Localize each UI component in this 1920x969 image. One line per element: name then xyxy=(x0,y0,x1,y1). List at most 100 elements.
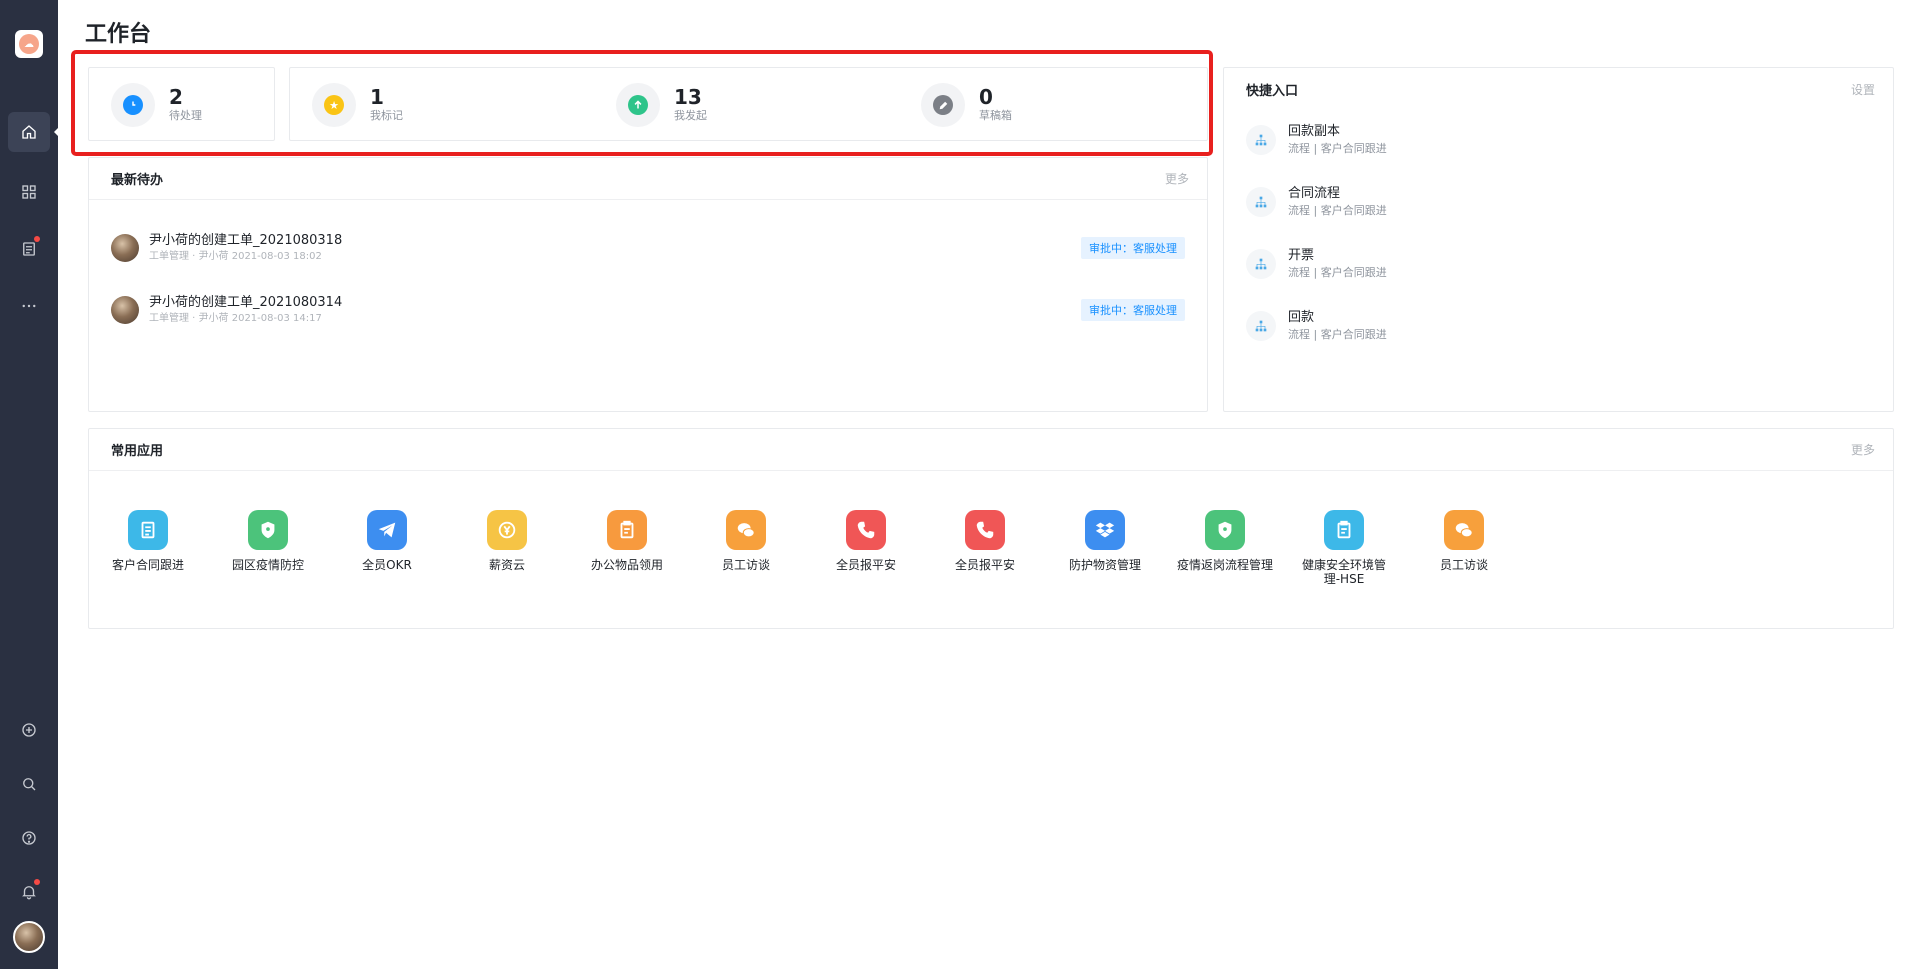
sidebar-item-help[interactable] xyxy=(8,818,50,858)
sidebar-item-add[interactable] xyxy=(8,710,50,750)
todo-meta: 工单管理 · 尹小荷 2021-08-03 14:17 xyxy=(149,313,322,324)
quick-settings-link[interactable]: 设置 xyxy=(1851,81,1875,98)
app-park-epidemic[interactable]: 园区疫情防控 xyxy=(218,510,318,572)
app-label: 健康安全环境管理-HSE xyxy=(1301,558,1386,586)
stat-label: 我标记 xyxy=(370,109,403,122)
app-safety-report[interactable]: 全员报平安 xyxy=(816,510,916,572)
app-label: 全员报平安 xyxy=(954,558,1015,572)
help-icon xyxy=(22,831,36,845)
app-protective-supplies[interactable]: 防护物资管理 xyxy=(1055,510,1155,572)
sidebar-item-notifications[interactable] xyxy=(8,872,50,912)
app-employee-interview[interactable]: 员工访谈 xyxy=(696,510,796,572)
todo-more-link[interactable]: 更多 xyxy=(1165,170,1189,187)
apps-more-link[interactable]: 更多 xyxy=(1851,441,1875,458)
sidebar-item-apps[interactable] xyxy=(8,172,50,212)
todo-card-title: 最新待办 xyxy=(111,173,164,188)
quick-entry-card: 快捷入口 设置 回款副本 流程 | 客户合同跟进 合同流程 流程 | 客户合同跟进 … xyxy=(1223,67,1894,412)
bell-icon xyxy=(22,886,36,900)
document-icon xyxy=(141,521,155,539)
todo-item[interactable]: 尹小荷的创建工单_2021080314 工单管理 · 尹小荷 2021-08-0… xyxy=(111,290,1185,330)
quick-entry-meta: 流程 | 客户合同跟进 xyxy=(1288,328,1387,341)
app-label: 员工访谈 xyxy=(721,558,770,572)
arrow-up-icon xyxy=(628,95,648,115)
clock-icon xyxy=(123,95,143,115)
stat-label: 草稿箱 xyxy=(979,109,1012,122)
more-icon xyxy=(22,304,36,308)
app-logo[interactable]: ☁ xyxy=(15,30,43,58)
clipboard-icon xyxy=(620,520,634,539)
app-hse[interactable]: 健康安全环境管理-HSE xyxy=(1294,510,1394,586)
app-label: 园区疫情防控 xyxy=(231,558,304,572)
app-label: 客户合同跟进 xyxy=(111,558,184,572)
common-apps-header: 常用应用 更多 xyxy=(89,429,1893,471)
common-apps-title: 常用应用 xyxy=(111,444,164,459)
stat-value: 1 xyxy=(370,85,384,109)
app-customer-contract[interactable]: 客户合同跟进 xyxy=(98,510,198,572)
home-icon xyxy=(22,125,36,139)
todo-title: 尹小荷的创建工单_2021080318 xyxy=(149,233,343,248)
quick-entry-meta: 流程 | 客户合同跟进 xyxy=(1288,204,1387,217)
stat-value: 13 xyxy=(674,85,702,109)
stat-initiated[interactable]: 13 我发起 xyxy=(616,83,707,127)
app-safety-report-2[interactable]: 全员报平安 xyxy=(935,510,1035,572)
avatar xyxy=(111,296,139,324)
sidebar-item-documents[interactable] xyxy=(8,229,50,269)
todo-meta: 工单管理 · 尹小荷 2021-08-03 18:02 xyxy=(149,251,322,262)
user-avatar[interactable] xyxy=(13,921,45,953)
quick-entry-title: 快捷入口 xyxy=(1246,83,1299,99)
todo-item[interactable]: 尹小荷的创建工单_2021080318 工单管理 · 尹小荷 2021-08-0… xyxy=(111,228,1185,268)
document-icon xyxy=(23,242,35,256)
org-chart-icon xyxy=(1255,134,1267,146)
chat-icon xyxy=(737,523,755,538)
quick-entry-item[interactable]: 开票流程 | 客户合同跟进 xyxy=(1246,244,1387,284)
quick-entry-meta: 流程 | 客户合同跟进 xyxy=(1288,142,1387,155)
stat-card-pending[interactable]: 2 待处理 xyxy=(88,67,275,141)
dropbox-icon xyxy=(1095,522,1115,538)
add-circle-icon xyxy=(22,723,36,737)
stat-card-group: ★ 1 我标记 13 我发起 0 草稿箱 xyxy=(289,67,1208,141)
shield-icon xyxy=(261,521,275,539)
app-office-supplies[interactable]: 办公物品领用 xyxy=(577,510,677,572)
todo-card-header: 最新待办 更多 xyxy=(89,158,1207,200)
sidebar-item-search[interactable] xyxy=(8,764,50,804)
app-employee-interview-2[interactable]: 员工访谈 xyxy=(1414,510,1514,572)
phone-icon xyxy=(857,521,875,539)
page-title: 工作台 xyxy=(85,22,152,47)
quick-entry-item[interactable]: 回款流程 | 客户合同跟进 xyxy=(1246,306,1387,346)
stat-pending: 2 待处理 xyxy=(111,83,202,127)
app-return-to-work[interactable]: 疫情返岗流程管理 xyxy=(1175,510,1275,572)
chat-icon xyxy=(1455,523,1473,538)
pencil-icon xyxy=(933,95,953,115)
stat-marked[interactable]: ★ 1 我标记 xyxy=(312,83,403,127)
app-label: 办公物品领用 xyxy=(590,558,663,572)
todo-title: 尹小荷的创建工单_2021080314 xyxy=(149,295,343,310)
stat-drafts[interactable]: 0 草稿箱 xyxy=(921,83,1012,127)
sidebar: ☁ xyxy=(0,0,60,969)
quick-entry-title: 开票 xyxy=(1288,248,1315,263)
app-label: 疫情返岗流程管理 xyxy=(1177,558,1274,572)
stat-value: 2 xyxy=(169,85,183,109)
quick-entry-meta: 流程 | 客户合同跟进 xyxy=(1288,266,1387,279)
quick-entry-item[interactable]: 回款副本流程 | 客户合同跟进 xyxy=(1246,120,1387,160)
quick-entry-title: 回款 xyxy=(1288,310,1315,325)
stat-label: 我发起 xyxy=(674,109,707,122)
paper-plane-icon xyxy=(378,522,396,538)
org-chart-icon xyxy=(1255,258,1267,270)
org-chart-icon xyxy=(1255,196,1267,208)
stat-value: 0 xyxy=(979,85,993,109)
quick-entry-title: 回款副本 xyxy=(1288,124,1341,139)
app-okr[interactable]: 全员OKR xyxy=(337,510,437,572)
sidebar-item-more[interactable] xyxy=(8,286,50,326)
app-label: 全员OKR xyxy=(362,558,412,572)
app-root: ☁ 工作台 2 待处理 ★ 1 我标记 13 我发起 0 草稿箱 最新待办 更多… xyxy=(0,0,1920,969)
app-label: 全员报平安 xyxy=(835,558,896,572)
search-icon xyxy=(23,778,36,791)
main-content: 工作台 2 待处理 ★ 1 我标记 13 我发起 0 草稿箱 最新待办 更多 尹… xyxy=(58,0,1920,969)
status-badge: 审批中：客服处理 xyxy=(1081,299,1185,321)
org-chart-icon xyxy=(1255,320,1267,332)
notification-badge xyxy=(34,236,40,242)
app-salary[interactable]: 薪资云 xyxy=(457,510,557,572)
quick-entry-item[interactable]: 合同流程 流程 | 客户合同跟进 xyxy=(1246,182,1387,222)
avatar xyxy=(111,234,139,262)
sidebar-item-home[interactable] xyxy=(8,112,50,152)
